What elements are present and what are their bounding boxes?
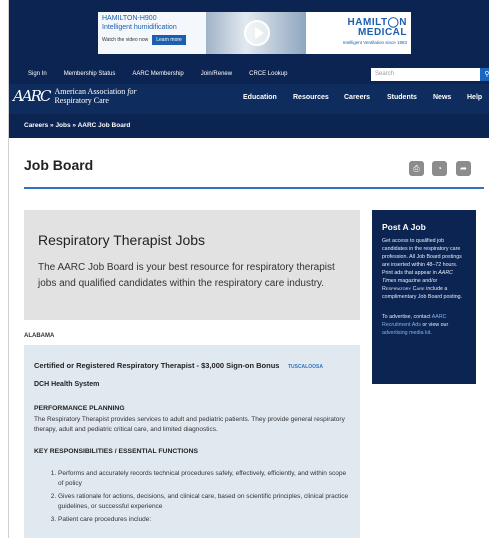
logo-line2: Respiratory Care xyxy=(54,96,109,105)
ad-subtitle: Intelligent humidification xyxy=(102,24,177,31)
main-nav: AARC American Association for Respirator… xyxy=(9,84,489,114)
page: HAMILTON-H900 Intelligent humidification… xyxy=(8,0,489,538)
play-icon[interactable] xyxy=(244,20,270,46)
nav-students[interactable]: Students xyxy=(387,94,417,101)
title-divider xyxy=(24,187,484,189)
utility-bar: Sign In Membership Status AARC Membershi… xyxy=(9,64,489,84)
crce-lookup-link[interactable]: CRCE Lookup xyxy=(249,71,287,77)
list-item: Performs and accurately records technica… xyxy=(58,469,350,489)
logo-mark: AARC xyxy=(13,87,51,105)
ad-watch-text: Watch the video now xyxy=(102,37,149,43)
intro-heading: Respiratory Therapist Jobs xyxy=(38,232,206,248)
job-location: TUSCALOOSA xyxy=(287,364,323,370)
ad-brand-line2: MEDICAL xyxy=(357,27,407,38)
breadcrumb[interactable]: Careers » Jobs » AARC Job Board xyxy=(9,114,489,138)
list-item: Gives rationale for actions, decisions, … xyxy=(58,492,350,512)
responsibilities-list: Performs and accurately records technica… xyxy=(34,469,350,525)
search-icon[interactable]: ⚲ xyxy=(480,68,489,81)
aarc-membership-link[interactable]: AARC Membership xyxy=(132,71,183,77)
print-icon[interactable]: ⎙ xyxy=(409,161,424,176)
post-job-sidebar: Post A Job Get access to qualified job c… xyxy=(372,210,476,384)
nav-resources[interactable]: Resources xyxy=(293,94,329,101)
aarc-logo[interactable]: AARC American Association for Respirator… xyxy=(13,87,137,105)
ad-product-image xyxy=(206,12,306,54)
list-item: Patient care procedures include: xyxy=(58,515,350,525)
media-kit-link[interactable]: advertising media kit xyxy=(382,330,430,336)
rss-icon[interactable]: ◔ xyxy=(432,161,447,176)
sign-in-link[interactable]: Sign In xyxy=(28,71,47,77)
ad-brand-logo: HAMILT◯N MEDICAL Intelligent Ventilation… xyxy=(306,12,411,54)
page-title: Job Board xyxy=(24,157,94,173)
ad-tagline: Intelligent Ventilation since 1983 xyxy=(342,40,407,45)
state-heading: ALABAMA xyxy=(24,333,55,339)
respiratory-care-text: Respiratory Care xyxy=(382,286,425,292)
post-job-text: Get access to qualified job candidates i… xyxy=(382,237,466,301)
contact-text-a: To advertise, contact xyxy=(382,314,432,320)
logo-line1: American Association xyxy=(54,87,126,96)
membership-status-link[interactable]: Membership Status xyxy=(64,71,116,77)
nav-news[interactable]: News xyxy=(433,94,451,101)
nav-education[interactable]: Education xyxy=(243,94,277,101)
contact-text-b: or view our xyxy=(420,322,449,328)
job-organization: DCH Health System xyxy=(34,381,100,388)
ad-banner-bar: HAMILTON-H900 Intelligent humidification… xyxy=(9,0,489,64)
intro-box: Respiratory Therapist Jobs The AARC Job … xyxy=(24,210,360,320)
ad-learn-more-button[interactable]: Learn more xyxy=(152,35,186,45)
logo-line1-italic: for xyxy=(127,87,137,96)
share-icon[interactable]: ➦ xyxy=(456,161,471,176)
nav-help[interactable]: Help xyxy=(467,94,482,101)
job-title-row: Certified or Registered Respiratory Ther… xyxy=(34,355,350,373)
contact-text: To advertise, contact AARC Recruitment A… xyxy=(382,313,466,337)
search-input[interactable]: Search xyxy=(371,68,481,81)
intro-text: The AARC Job Board is your best resource… xyxy=(38,262,335,289)
logo-text: American Association for Respiratory Car… xyxy=(54,87,136,105)
post-job-heading: Post A Job xyxy=(382,222,426,232)
ad-cta: Watch the video now Learn more xyxy=(102,35,206,45)
ad-title: HAMILTON-H900 xyxy=(102,15,157,22)
ad-banner[interactable]: HAMILTON-H900 Intelligent humidification… xyxy=(98,12,411,54)
post-job-text-c: magazine and/or xyxy=(396,278,438,284)
job-title-link[interactable]: Certified or Registered Respiratory Ther… xyxy=(34,361,279,370)
job-listing: Certified or Registered Respiratory Ther… xyxy=(24,345,360,538)
nav-careers[interactable]: Careers xyxy=(344,94,370,101)
job-description: The Respiratory Therapist provides servi… xyxy=(34,416,345,433)
join-renew-link[interactable]: Join/Renew xyxy=(201,71,232,77)
contact-text-c: . xyxy=(430,330,432,336)
responsibilities-heading: KEY RESPONSIBILITIES / ESSENTIAL FUNCTIO… xyxy=(34,448,199,455)
ad-text-block: HAMILTON-H900 Intelligent humidification… xyxy=(98,12,206,54)
performance-planning-heading: PERFORMANCE PLANNING xyxy=(34,405,125,412)
